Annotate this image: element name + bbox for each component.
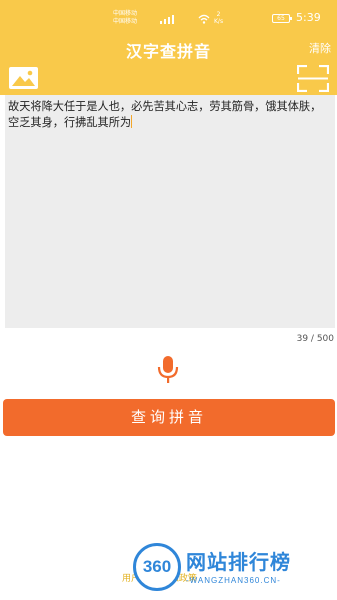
text-input-value: 故天将降大任于是人也，必先苦其心志，劳其筋骨，饿其体肤，空乏其身，行拂乱其所为 xyxy=(8,100,322,129)
battery-level: 65 xyxy=(277,15,285,22)
net-speed-unit: K/s xyxy=(214,18,224,25)
char-counter: 39 / 500 xyxy=(296,334,334,344)
text-caret xyxy=(131,114,133,128)
watermark-title: 网站排行榜 xyxy=(186,550,291,574)
wifi-icon xyxy=(198,14,210,24)
status-time: 5:39 xyxy=(296,11,321,24)
scan-icon[interactable] xyxy=(297,65,329,92)
carrier-1: 中国移动 xyxy=(113,10,138,17)
screen: 中国移动 中国移动 2 K/s 65 5:39 汉字查拼音 清除 故天将降大任于… xyxy=(0,0,337,600)
carrier-labels: 中国移动 中国移动 xyxy=(113,10,159,26)
page-title: 汉字查拼音 xyxy=(125,42,211,61)
watermark-subtitle: -WANGZHAN360.CN- xyxy=(186,576,281,585)
carrier-2: 中国移动 xyxy=(113,18,138,25)
query-pinyin-button[interactable]: 查询拼音 xyxy=(3,399,335,436)
net-speed-value: 2 xyxy=(216,11,221,18)
image-icon[interactable] xyxy=(9,67,38,89)
net-speed: 2 K/s xyxy=(214,11,223,25)
battery-icon: 65 xyxy=(272,14,292,23)
microphone-icon[interactable] xyxy=(157,356,179,384)
clear-button[interactable]: 清除 xyxy=(309,40,331,56)
watermark-badge: 360 xyxy=(133,543,181,591)
status-bar: 中国移动 中国移动 2 K/s 65 5:39 xyxy=(0,10,337,28)
text-input[interactable]: 故天将降大任于是人也，必先苦其心志，劳其筋骨，饿其体肤，空乏其身，行拂乱其所为 xyxy=(5,95,335,328)
signal-icon xyxy=(160,15,174,24)
header: 中国移动 中国移动 2 K/s 65 5:39 汉字查拼音 清除 xyxy=(0,0,337,95)
